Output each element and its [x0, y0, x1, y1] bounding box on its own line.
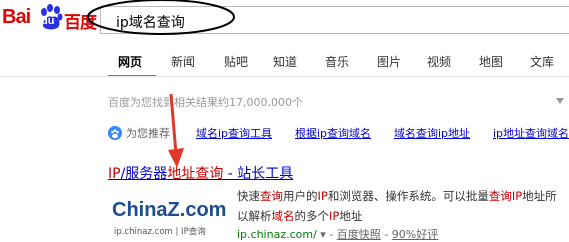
thumb-sub: ip.chinaz.com | IP查询 — [114, 226, 206, 237]
recommend-icon — [108, 126, 122, 140]
tab-tieba[interactable]: 贴吧 — [224, 53, 248, 70]
rating-link[interactable]: 90%好评 — [392, 228, 438, 241]
tab-news[interactable]: 新闻 — [171, 53, 195, 70]
filter-arrow-icon[interactable] — [555, 96, 565, 106]
logo-text-bai: Bai — [2, 6, 31, 28]
tab-map[interactable]: 地图 — [479, 53, 503, 70]
thumb-brand: ChinaZ.com — [112, 199, 226, 221]
tab-images[interactable]: 图片 — [377, 53, 401, 70]
result-title-link[interactable]: IP/服务器地址查询 - 站长工具 — [108, 163, 293, 183]
recommend-link-4[interactable]: ip地址查询域名 — [493, 125, 569, 141]
snapshot-link[interactable]: 百度快照 — [337, 228, 381, 241]
result-url-row: ip.chinaz.com/ ▾ - 百度快照 - 90%好评 — [237, 228, 439, 241]
title-text: - 站长工具 — [223, 166, 294, 182]
recommend-link-2[interactable]: 根据ip查询域名 — [295, 125, 371, 141]
logo-text-du: du — [41, 15, 55, 27]
result-url[interactable]: ip.chinaz.com/ — [237, 228, 317, 241]
annotation-arrow-icon — [168, 93, 184, 168]
tab-web[interactable]: 网页 — [118, 53, 142, 70]
tab-wenku[interactable]: 文库 — [530, 53, 554, 70]
baidu-logo[interactable]: Bai du 百度 — [0, 4, 100, 34]
recommend-link-3[interactable]: 域名查询ip地址 — [394, 125, 470, 141]
dropdown-arrow-icon[interactable]: ▾ — [320, 228, 326, 241]
tab-video[interactable]: 视频 — [427, 53, 451, 70]
result-count: 百度为您找到相关结果约17,000,000个 — [108, 96, 303, 109]
recommend-link-1[interactable]: 域名ip查询工具 — [196, 125, 272, 141]
title-highlight: IP — [108, 166, 121, 182]
tab-zhidao[interactable]: 知道 — [273, 53, 297, 70]
result-thumbnail[interactable]: ChinaZ.com ip.chinaz.com | IP查询 — [108, 188, 230, 242]
annotation-ellipse — [87, 0, 235, 35]
result-description: 快速查询用户的IP和浏览器、操作系统。可以批量查询IP地址所 以解析域名的多个I… — [237, 189, 557, 223]
divider — [0, 76, 569, 77]
search-tabs: 网页 新闻 贴吧 知道 音乐 图片 视频 地图 文库 — [0, 48, 569, 77]
tab-music[interactable]: 音乐 — [325, 53, 349, 70]
